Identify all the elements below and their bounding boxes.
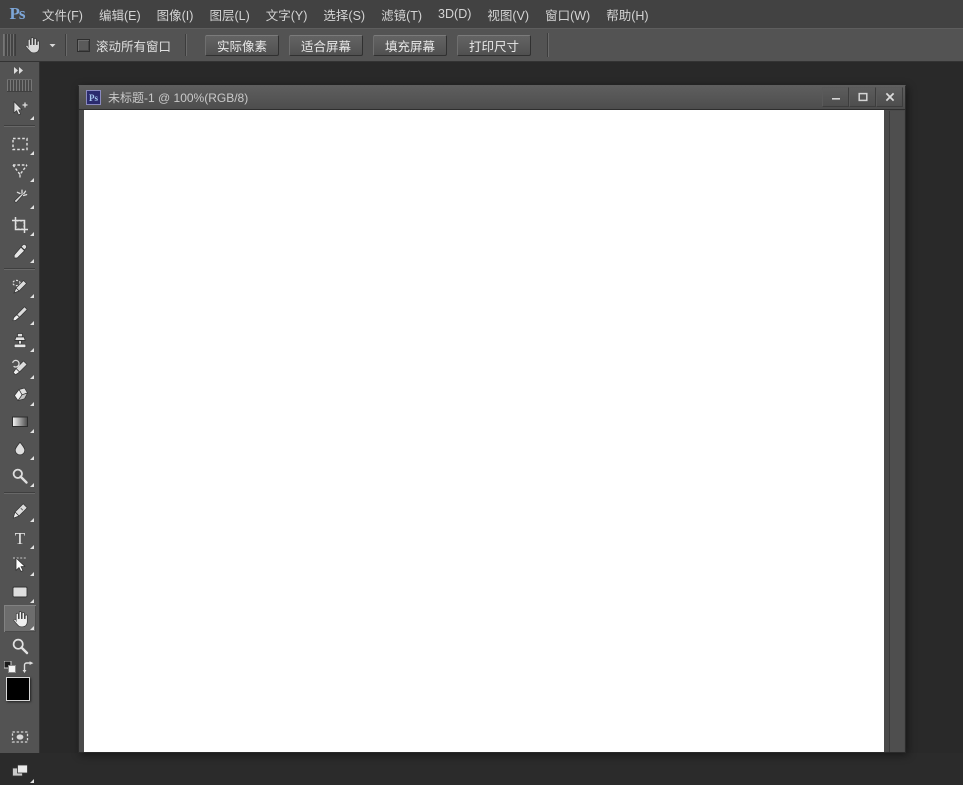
- menu-window[interactable]: 窗口(W): [537, 1, 598, 28]
- menu-layer[interactable]: 图层(L): [201, 1, 257, 28]
- flyout-triangle: [29, 599, 34, 603]
- svg-text:T: T: [14, 529, 25, 548]
- actual-pixels-button[interactable]: 实际像素: [205, 34, 280, 56]
- flyout-triangle: [29, 116, 34, 120]
- move-tool[interactable]: [4, 95, 36, 122]
- flyout-triangle: [29, 294, 34, 298]
- flyout-triangle: [29, 151, 34, 155]
- menu-edit[interactable]: 编辑(E): [91, 1, 149, 28]
- flyout-triangle: [29, 178, 34, 182]
- maximize-button[interactable]: [849, 87, 876, 107]
- double-chevron-right-icon[interactable]: [0, 62, 39, 78]
- tools-separator-1: [4, 125, 35, 127]
- marquee-tool[interactable]: [4, 130, 36, 157]
- options-separator-1: [65, 34, 67, 56]
- options-bar: 滚动所有窗口 实际像素 适合屏幕 填充屏幕 打印尺寸: [0, 28, 963, 62]
- flyout-triangle: [29, 348, 34, 352]
- print-size-button[interactable]: 打印尺寸: [457, 34, 532, 56]
- default-colors-icon[interactable]: [4, 661, 16, 673]
- fill-screen-button[interactable]: 填充屏幕: [373, 34, 448, 56]
- foreground-color-swatch[interactable]: [6, 677, 30, 701]
- flyout-triangle: [29, 626, 34, 630]
- menu-3d[interactable]: 3D(D): [430, 3, 479, 25]
- flyout-triangle: [29, 205, 34, 209]
- eraser-tool[interactable]: [4, 381, 36, 408]
- menu-filter[interactable]: 滤镜(T): [373, 1, 430, 28]
- path-selection-tool[interactable]: [4, 551, 36, 578]
- screen-mode-button[interactable]: [4, 758, 36, 785]
- tools-panel: T: [0, 62, 42, 783]
- document-title: 未标题-1 @ 100%(RGB/8): [108, 91, 249, 105]
- swap-colors-icon[interactable]: [22, 661, 35, 674]
- tools-separator-2: [4, 268, 35, 270]
- canvas-area[interactable]: [84, 110, 884, 752]
- checkbox-box[interactable]: [77, 38, 90, 52]
- view-buttons-group: 实际像素 适合屏幕 填充屏幕 打印尺寸: [205, 34, 541, 56]
- photoshop-window: Ps 文件(F) 编辑(E) 图像(I) 图层(L) 文字(Y) 选择(S) 滤…: [0, 0, 963, 783]
- options-separator-3: [547, 33, 550, 57]
- minimize-button[interactable]: [822, 87, 849, 107]
- blur-tool[interactable]: [4, 435, 36, 462]
- color-swatches: [0, 661, 42, 719]
- crop-tool[interactable]: [4, 211, 36, 238]
- close-button[interactable]: [876, 87, 903, 107]
- flyout-triangle: [29, 483, 34, 487]
- rectangle-tool[interactable]: [4, 578, 36, 605]
- tools-panel-drag-handle[interactable]: [7, 79, 32, 92]
- flyout-triangle: [29, 321, 34, 325]
- flyout-triangle: [29, 375, 34, 379]
- scroll-all-windows-checkbox[interactable]: 滚动所有窗口: [77, 36, 171, 55]
- menu-view[interactable]: 视图(V): [479, 1, 537, 28]
- menu-bar: Ps 文件(F) 编辑(E) 图像(I) 图层(L) 文字(Y) 选择(S) 滤…: [0, 0, 963, 28]
- spot-healing-brush-tool[interactable]: [4, 273, 36, 300]
- options-bar-drag-handle[interactable]: [3, 34, 16, 56]
- hand-tool[interactable]: [3, 605, 36, 632]
- dodge-tool[interactable]: [4, 462, 36, 489]
- type-tool[interactable]: T: [4, 524, 36, 551]
- window-controls: [822, 87, 903, 107]
- fit-screen-button[interactable]: 适合屏幕: [289, 34, 364, 56]
- flyout-triangle: [29, 456, 34, 460]
- flyout-triangle: [29, 259, 34, 263]
- flyout-triangle: [29, 232, 34, 236]
- photoshop-logo: Ps: [9, 4, 26, 23]
- flyout-triangle: [29, 779, 34, 783]
- hand-icon: [19, 32, 45, 58]
- scroll-all-windows-label: 滚动所有窗口: [96, 39, 172, 54]
- document-window: Ps 未标题-1 @ 100%(RGB/8): [78, 85, 906, 753]
- flyout-triangle: [29, 545, 34, 549]
- gradient-tool[interactable]: [4, 408, 36, 435]
- flyout-triangle: [29, 518, 34, 522]
- brush-tool[interactable]: [4, 300, 36, 327]
- zoom-tool[interactable]: [4, 632, 36, 659]
- menu-select[interactable]: 选择(S): [315, 1, 373, 28]
- menu-help[interactable]: 帮助(H): [598, 1, 656, 28]
- quick-selection-tool[interactable]: [4, 184, 36, 211]
- flyout-triangle: [29, 429, 34, 433]
- menu-file[interactable]: 文件(F): [34, 1, 91, 28]
- tools-separator-3: [4, 492, 35, 494]
- lasso-tool[interactable]: [4, 157, 36, 184]
- document-title-bar[interactable]: Ps 未标题-1 @ 100%(RGB/8): [79, 86, 905, 110]
- eyedropper-tool[interactable]: [4, 238, 36, 265]
- chevron-down-icon[interactable]: [45, 32, 59, 58]
- options-separator-2: [185, 34, 188, 56]
- clone-stamp-tool[interactable]: [4, 327, 36, 354]
- menu-image[interactable]: 图像(I): [149, 1, 202, 28]
- quick-mask-button[interactable]: [4, 723, 36, 750]
- pen-tool[interactable]: [4, 497, 36, 524]
- flyout-triangle: [29, 402, 34, 406]
- document-ps-icon: Ps: [86, 90, 101, 105]
- history-brush-tool[interactable]: [4, 354, 36, 381]
- vertical-scrollbar[interactable]: [889, 111, 904, 752]
- menu-type[interactable]: 文字(Y): [258, 1, 316, 28]
- flyout-triangle: [29, 572, 34, 576]
